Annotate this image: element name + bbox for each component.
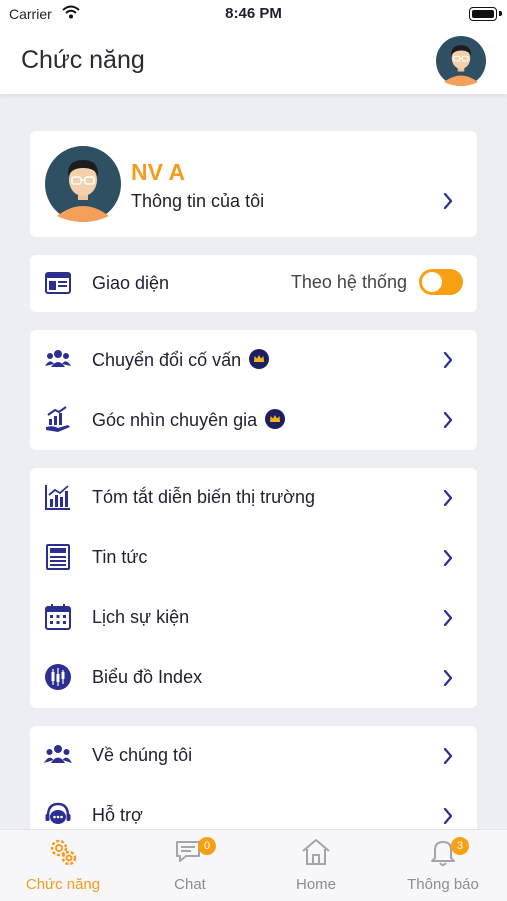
bar-chart-icon (45, 485, 70, 510)
tab-functions[interactable]: Chức năng (0, 830, 126, 901)
header-avatar[interactable] (436, 36, 486, 86)
chevron-right-icon (443, 193, 453, 209)
menu-item-label: Tóm tắt diễn biến thị trường (92, 487, 315, 507)
support-icon (45, 802, 71, 824)
profile-avatar (45, 146, 121, 222)
home-icon (302, 839, 330, 865)
menu-item-label: Lịch sự kiện (92, 607, 190, 627)
chevron-right-icon (443, 670, 453, 686)
menu-item-expert-view[interactable]: Góc nhìn chuyên gia (30, 390, 477, 450)
news-icon (46, 544, 70, 570)
tab-chat[interactable]: 0 Chat (127, 830, 253, 901)
crown-icon (265, 409, 285, 429)
label-text: Góc nhìn chuyên gia (92, 410, 258, 430)
chevron-right-icon (443, 412, 453, 428)
chevron-right-icon (443, 550, 453, 566)
tab-notifications[interactable]: 3 Thông báo (380, 830, 506, 901)
chat-badge: 0 (198, 837, 216, 855)
profile-card[interactable]: NV A Thông tin của tôi (30, 131, 477, 237)
menu-item-news[interactable]: Tin tức (30, 528, 477, 588)
menu-item-label: Biểu đồ Index (92, 667, 203, 687)
menu-item-about-us[interactable]: Về chúng tôi (30, 726, 477, 786)
notification-badge: 3 (451, 837, 469, 855)
market-card: Tóm tắt diễn biến thị trường Tin tức Lịc… (30, 468, 477, 708)
chevron-right-icon (443, 610, 453, 626)
status-bar: Carrier 8:46 PM (0, 0, 507, 30)
menu-item-label: Về chúng tôi (92, 745, 193, 765)
page-title: Chức năng (21, 46, 145, 74)
battery-icon (469, 7, 497, 21)
toggle-knob (422, 272, 442, 292)
calendar-icon (45, 604, 71, 630)
theme-toggle[interactable] (419, 269, 463, 295)
app-header: Chức năng (0, 30, 507, 94)
chevron-right-icon (443, 352, 453, 368)
tab-label: Chat (174, 876, 206, 893)
crown-icon (249, 349, 269, 369)
menu-item-label: Góc nhìn chuyên gia (92, 409, 285, 431)
menu-item-label: Chuyển đổi cố vấn (92, 349, 269, 371)
tab-home[interactable]: Home (253, 830, 379, 901)
tab-bar: Chức năng 0 Chat Home 3 Thông báo (0, 829, 507, 901)
tab-label: Chức năng (25, 876, 101, 893)
label-text: Chuyển đổi cố vấn (92, 350, 242, 370)
chevron-right-icon (443, 490, 453, 506)
profile-info-link: Thông tin của tôi (131, 191, 265, 211)
menu-item-label: Tin tức (92, 547, 148, 567)
menu-item-event-calendar[interactable]: Lịch sự kiện (30, 588, 477, 648)
growth-icon (46, 406, 70, 432)
chevron-right-icon (443, 808, 453, 824)
users-icon (45, 350, 71, 367)
battery-tip (499, 11, 502, 16)
gears-icon (50, 839, 77, 866)
theme-label: Giao diện (92, 273, 170, 293)
status-time: 8:46 PM (225, 5, 282, 22)
theme-value: Theo hệ thống (290, 272, 407, 292)
team-icon (44, 745, 72, 763)
window-icon (45, 272, 71, 294)
menu-item-index-chart[interactable]: Biểu đồ Index (30, 648, 477, 708)
menu-item-label: Hỗ trợ (92, 805, 143, 825)
chevron-right-icon (443, 748, 453, 764)
profile-name: NV A (131, 159, 186, 185)
advisor-card: Chuyển đổi cố vấn Góc nhìn chuyên gia (30, 330, 477, 450)
candlestick-icon (45, 664, 71, 690)
theme-card: Giao diện Theo hệ thống (30, 255, 477, 312)
tab-label: Home (295, 876, 336, 893)
theme-row: Giao diện Theo hệ thống (30, 254, 477, 311)
tab-label: Thông báo (407, 876, 479, 893)
menu-item-market-summary[interactable]: Tóm tắt diễn biến thị trường (30, 468, 477, 528)
menu-item-switch-advisor[interactable]: Chuyển đổi cố vấn (30, 330, 477, 390)
